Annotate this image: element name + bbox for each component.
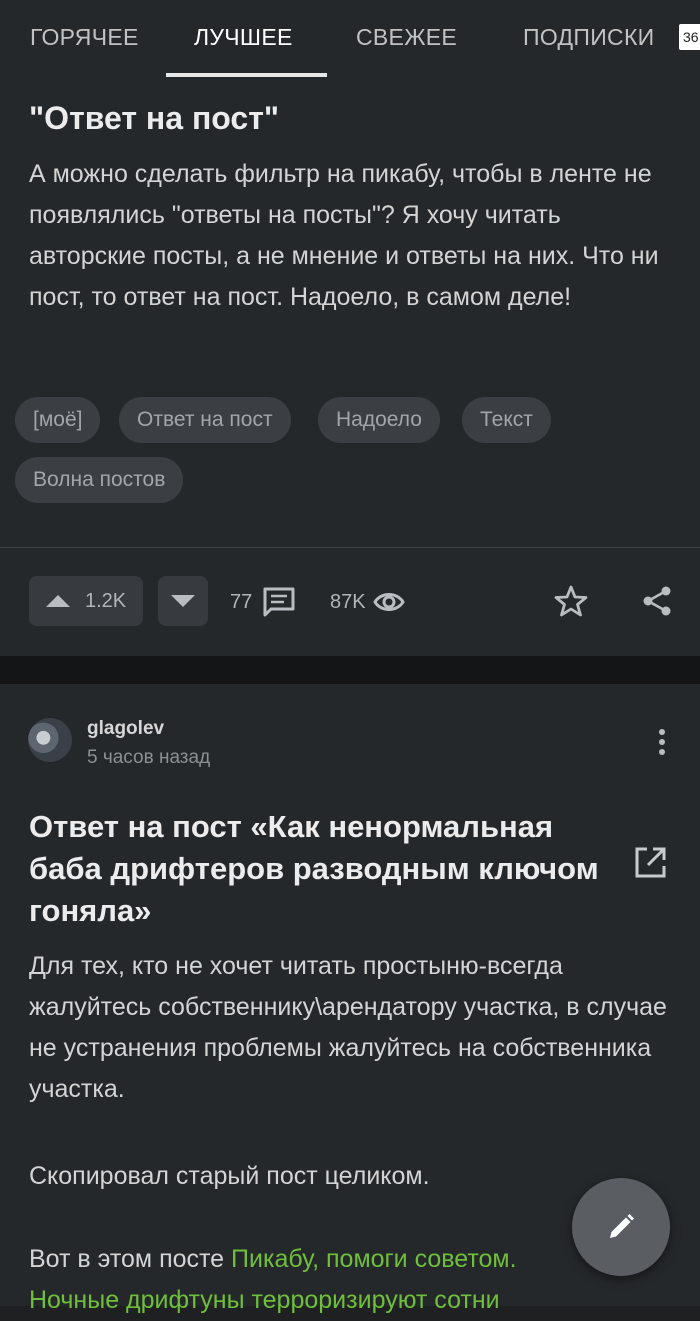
open-external-icon[interactable] [633,846,667,880]
feed-separator [0,656,700,684]
tab-subscriptions[interactable]: ПОДПИСКИ [523,24,655,51]
star-icon[interactable] [554,584,588,618]
pencil-icon [610,1214,634,1238]
upvote-button[interactable]: 1.2K [29,576,143,626]
tag[interactable]: Волна постов [15,457,184,503]
arrow-down-icon [171,595,195,607]
active-tab-indicator [166,73,327,77]
post-title[interactable]: Ответ на пост «Как ненормальная баба дри… [29,806,619,932]
post-time: 5 часов назад [87,747,211,768]
tab-badge: 36 [679,24,700,50]
post-text-prefix: Вот в этом посте [29,1245,232,1273]
post-link[interactable]: Пикабу, помоги советом. [231,1245,517,1273]
post-actions: 1.2K 77 87K [0,576,700,628]
rating-value: 1.2K [85,589,127,612]
eye-icon [373,593,405,611]
tag[interactable]: [моё] [15,397,101,443]
create-post-button[interactable] [572,1178,670,1276]
post-card: "Ответ на пост" А можно сделать фильтр н… [0,78,700,656]
post-text: Скопировал старый пост целиком. [29,1162,430,1190]
divider [0,547,700,548]
comment-count[interactable]: 77 [230,576,252,628]
post-title[interactable]: "Ответ на пост" [29,100,279,137]
comment-icon[interactable] [262,586,296,618]
arrow-up-icon [46,595,70,607]
more-vertical-icon[interactable] [651,728,673,758]
downvote-button[interactable] [158,576,208,626]
post-text: Для тех, кто не хочет читать простыню-вс… [29,952,667,1103]
tag[interactable]: Ответ на пост [119,397,291,443]
tab-hot[interactable]: ГОРЯЧЕЕ [30,24,139,51]
post-text: А можно сделать фильтр на пикабу, чтобы … [29,160,659,311]
post-link[interactable]: Ночные дрифтуны терроризируют сотни [29,1286,500,1314]
tab-fresh[interactable]: СВЕЖЕЕ [356,24,457,51]
tag[interactable]: Текст [462,397,551,443]
share-icon[interactable] [640,584,674,618]
avatar[interactable] [28,718,72,762]
view-count: 87K [330,591,366,613]
tag[interactable]: Надоело [318,397,440,443]
feed-tabs: ГОРЯЧЕЕ ЛУЧШЕЕ СВЕЖЕЕ ПОДПИСКИ 36 [0,0,700,78]
tab-best[interactable]: ЛУЧШЕЕ [194,24,293,51]
author-name[interactable]: glagolev [87,718,164,740]
